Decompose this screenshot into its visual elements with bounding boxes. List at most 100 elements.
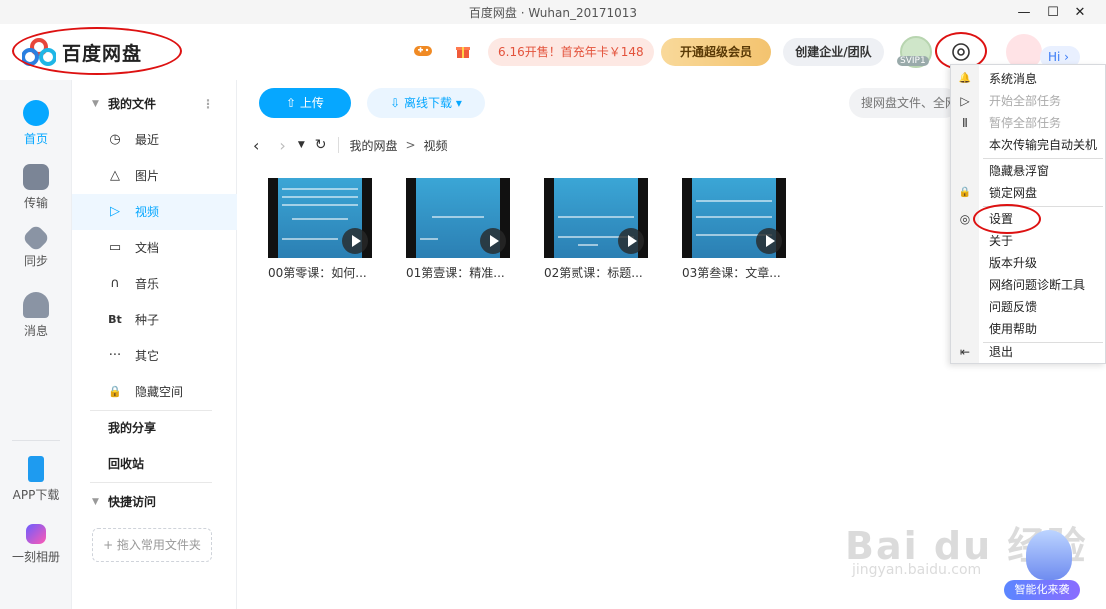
rail-item-home[interactable]: 首页	[0, 100, 72, 147]
file-name: 03第叁课：文章...	[682, 266, 781, 280]
game-icon[interactable]	[412, 40, 434, 62]
section-quick-access[interactable]: ▼ 快捷访问	[72, 484, 237, 520]
nav-my-share[interactable]: 我的分享	[72, 410, 237, 446]
exit-icon: ⇤	[959, 345, 971, 359]
video-thumbnail	[268, 178, 372, 258]
document-icon: ▭	[108, 240, 122, 255]
menu-item-settings[interactable]: ◎ 设置	[951, 208, 1106, 230]
watermark-url: jingyan.baidu.com	[852, 562, 982, 578]
file-tile[interactable]: 03第叁课：文章...	[682, 178, 786, 281]
settings-icon: ◎	[959, 212, 971, 226]
assistant-banner[interactable]: 智能化来袭	[1004, 580, 1080, 600]
title-bar: 百度网盘 · Wuhan_20171013 — ☐ ✕	[0, 0, 1106, 24]
menu-item-start-all[interactable]: ▷ 开始全部任务	[951, 90, 1106, 112]
nav-item-videos[interactable]: ▷ 视频	[72, 194, 237, 230]
clock-icon: ◷	[109, 132, 121, 147]
back-arrow-icon[interactable]: ‹	[253, 136, 259, 155]
menu-item-help[interactable]: 使用帮助	[951, 318, 1106, 340]
nav-item-other[interactable]: ··· 其它	[72, 338, 237, 374]
settings-icon[interactable]	[950, 41, 972, 63]
left-rail: 首页 传输 同步 消息 APP下载 一刻相册	[0, 80, 72, 609]
transfer-icon	[23, 164, 49, 190]
menu-item-pause-all[interactable]: Ⅱ 暂停全部任务	[951, 112, 1106, 134]
search-input[interactable]	[849, 88, 959, 118]
nav-item-pictures[interactable]: △ 图片	[72, 158, 237, 194]
play-icon: ▷	[960, 94, 970, 108]
app-logo[interactable]: 百度网盘	[22, 38, 142, 66]
file-tile[interactable]: 00第零课：如何...	[268, 178, 372, 281]
menu-item-network-diagnose[interactable]: 网络问题诊断工具	[951, 274, 1106, 296]
app-window: 百度网盘 · Wuhan_20171013 — ☐ ✕ 百度网盘 6.16开售！…	[0, 0, 1106, 609]
bell-icon: 🔔	[958, 73, 972, 84]
section-my-files[interactable]: ▼ 我的文件 ⋮	[72, 86, 237, 122]
menu-item-hide-float[interactable]: 隐藏悬浮窗	[951, 160, 1106, 182]
quick-access-dropzone[interactable]: + 拖入常用文件夹	[92, 528, 212, 562]
menu-item-upgrade[interactable]: 版本升级	[951, 252, 1106, 274]
breadcrumb-current: 视频	[423, 138, 448, 153]
breadcrumb-root[interactable]: 我的网盘	[349, 137, 397, 154]
history-dropdown-icon[interactable]: ▼	[298, 140, 305, 150]
assistant-avatar[interactable]	[1026, 530, 1072, 580]
promo-banner[interactable]: 6.16开售！首充年卡￥148	[488, 38, 654, 66]
play-icon	[342, 228, 368, 254]
rail-label: 一刻相册	[11, 550, 60, 564]
minimize-button[interactable]: —	[1010, 0, 1038, 24]
nav-item-documents[interactable]: ▭ 文档	[72, 230, 237, 266]
album-icon	[26, 524, 46, 544]
rail-label: APP下载	[12, 488, 60, 502]
maximize-button[interactable]: ☐	[1039, 0, 1067, 24]
create-team-button[interactable]: 创建企业/团队	[783, 38, 884, 66]
lock-icon: 🔒	[958, 187, 972, 198]
window-title: 百度网盘 · Wuhan_20171013	[468, 5, 638, 20]
file-tile[interactable]: 02第贰课：标题...	[544, 178, 648, 281]
rail-item-message[interactable]: 消息	[0, 292, 72, 339]
nav-item-music[interactable]: ∩ 音乐	[72, 266, 237, 302]
forward-arrow-icon[interactable]: ›	[279, 136, 285, 155]
upload-button[interactable]: ⇧ 上传	[259, 88, 351, 118]
picture-icon: △	[110, 168, 120, 183]
menu-item-about[interactable]: 关于	[951, 230, 1106, 252]
caret-down-icon: ▼	[92, 497, 99, 507]
video-icon: ▷	[110, 204, 120, 219]
file-tile[interactable]: 01第壹课：精准...	[406, 178, 510, 281]
menu-item-feedback[interactable]: 问题反馈	[951, 296, 1106, 318]
menu-item-system-messages[interactable]: 🔔 系统消息	[951, 68, 1106, 90]
settings-menu: 🔔 系统消息 ▷ 开始全部任务 Ⅱ 暂停全部任务 本次传输完自动关机 隐藏悬浮窗…	[950, 64, 1106, 364]
chevron-down-icon: ▾	[452, 96, 462, 110]
sync-icon	[21, 223, 51, 253]
upload-icon: ⇧	[286, 96, 300, 110]
rail-label: 同步	[23, 254, 48, 268]
rail-label: 传输	[23, 196, 48, 210]
vip-button[interactable]: 开通超级会员	[661, 38, 771, 66]
file-name: 01第壹课：精准...	[406, 266, 505, 280]
file-name: 00第零课：如何...	[268, 266, 367, 280]
play-icon	[480, 228, 506, 254]
side-nav: ▼ 我的文件 ⋮ ◷ 最近 △ 图片 ▷ 视频 ▭ 文档 ∩ 音乐 Bt 种子	[72, 80, 237, 609]
close-button[interactable]: ✕	[1066, 0, 1094, 24]
rail-divider	[12, 440, 60, 441]
rail-item-app-download[interactable]: APP下载	[0, 456, 72, 503]
nav-item-hidden-space[interactable]: 🔒 隐藏空间	[72, 374, 237, 410]
menu-item-auto-shutdown[interactable]: 本次传输完自动关机	[951, 134, 1106, 156]
pause-icon: Ⅱ	[962, 116, 968, 130]
rail-item-album[interactable]: 一刻相册	[0, 524, 72, 565]
more-vertical-icon[interactable]: ⋮	[202, 86, 214, 122]
lock-icon: 🔒	[108, 385, 122, 398]
nav-recycle-bin[interactable]: 回收站	[72, 446, 237, 482]
bt-icon: Bt	[108, 313, 122, 326]
download-icon: ⇩	[390, 96, 404, 110]
nav-item-recent[interactable]: ◷ 最近	[72, 122, 237, 158]
menu-item-exit[interactable]: ⇤ 退出	[951, 341, 1106, 363]
more-icon: ···	[108, 348, 122, 363]
rail-item-transfer[interactable]: 传输	[0, 164, 72, 211]
menu-separator	[983, 158, 1103, 159]
nav-item-bt[interactable]: Bt 种子	[72, 302, 237, 338]
video-thumbnail	[544, 178, 648, 258]
menu-item-lock[interactable]: 🔒 锁定网盘	[951, 182, 1106, 204]
rail-item-sync[interactable]: 同步	[0, 223, 72, 269]
toolbar-divider	[338, 137, 340, 153]
phone-icon	[28, 456, 44, 482]
offline-download-button[interactable]: ⇩ 离线下载 ▾	[367, 88, 485, 118]
refresh-icon[interactable]: ↻	[315, 137, 327, 153]
gift-icon[interactable]	[452, 40, 474, 62]
